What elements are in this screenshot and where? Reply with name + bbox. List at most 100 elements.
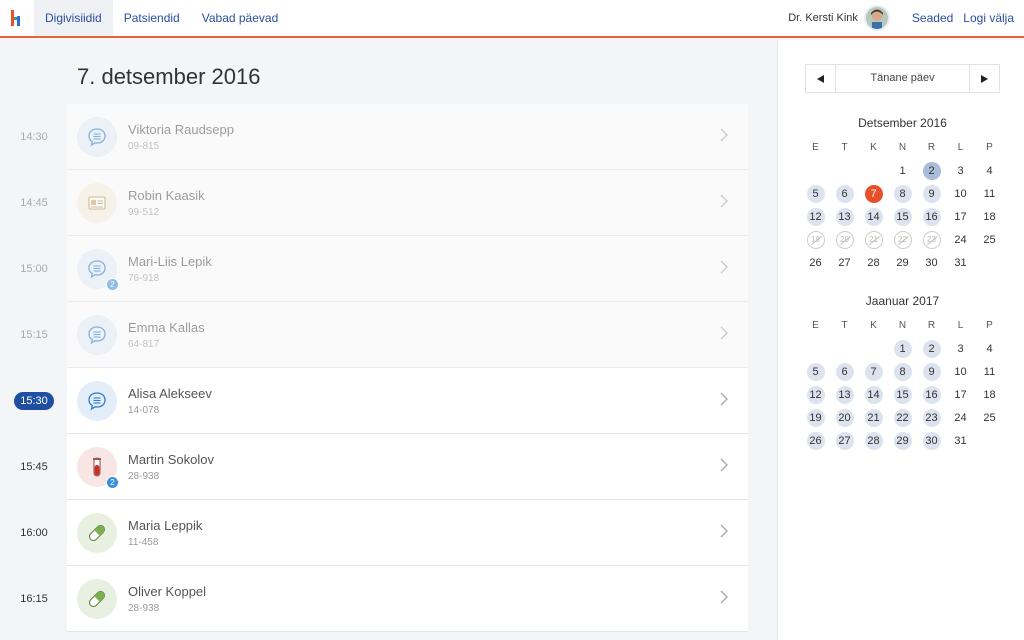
- calendar-day[interactable]: 20: [835, 408, 854, 427]
- calendar-day[interactable]: 4: [981, 340, 999, 358]
- calendar-day[interactable]: 13: [835, 385, 854, 404]
- calendar-day[interactable]: 15: [893, 207, 912, 226]
- test-tube-icon: 2: [77, 446, 119, 489]
- calendar-month-january: Jaanuar 2017 E T K N R L P 1 2 3 4 5 6 7 8 9 10 11 12 13 14 15…: [801, 294, 1004, 452]
- calendar-day[interactable]: 23: [922, 408, 941, 427]
- calendar-day[interactable]: 25: [981, 409, 999, 427]
- calendar-day[interactable]: 2: [922, 339, 941, 358]
- id-card-icon: [77, 182, 117, 223]
- app-logo[interactable]: [0, 0, 34, 36]
- calendar-day[interactable]: 28: [865, 254, 883, 272]
- calendar-day[interactable]: 31: [952, 254, 970, 272]
- calendar-day[interactable]: 25: [981, 231, 999, 249]
- patient-name: Robin Kaasik: [128, 187, 205, 203]
- calendar-day[interactable]: 26: [807, 254, 825, 272]
- calendar-day[interactable]: 24: [952, 409, 970, 427]
- calendar-day[interactable]: 19: [806, 408, 825, 427]
- patient-id: 28-938: [128, 602, 160, 614]
- calendar-day[interactable]: 22: [893, 408, 912, 427]
- next-day-button[interactable]: [970, 65, 999, 92]
- calendar-day[interactable]: 24: [952, 231, 970, 249]
- calendar-day[interactable]: 12: [806, 385, 825, 404]
- calendar-day[interactable]: 14: [864, 385, 883, 404]
- appointment-row[interactable]: Alisa Alekseev 14-078: [67, 368, 748, 434]
- avatar[interactable]: [863, 5, 890, 31]
- calendar-day-today[interactable]: 7: [864, 184, 883, 203]
- calendar-day[interactable]: 27: [835, 431, 854, 450]
- calendar-day[interactable]: 16: [922, 385, 941, 404]
- calendar-day[interactable]: 17: [952, 208, 970, 226]
- appointment-time: 15:15: [20, 329, 48, 341]
- pill-icon: [77, 512, 117, 553]
- calendar-day[interactable]: 7: [864, 362, 883, 381]
- tab-digivisiidid[interactable]: Digivisiidid: [34, 0, 113, 36]
- appointment-row[interactable]: 2 Mari-Liis Lepik 76-918: [67, 236, 748, 302]
- calendar-day[interactable]: 1: [893, 339, 912, 358]
- calendar-day[interactable]: 29: [894, 254, 912, 272]
- chat-icon: [77, 314, 117, 355]
- user-name: Dr. Kersti Kink: [788, 12, 858, 24]
- calendar-day[interactable]: 17: [952, 386, 970, 404]
- calendar-day[interactable]: 14: [864, 207, 883, 226]
- calendar-day[interactable]: 29: [893, 431, 912, 450]
- logout-link[interactable]: Logi välja: [963, 11, 1014, 25]
- prev-day-button[interactable]: [806, 65, 835, 92]
- calendar-day-unavailable[interactable]: 22: [893, 230, 912, 249]
- calendar-day[interactable]: 3: [952, 340, 970, 358]
- chevron-right-icon: [720, 458, 728, 477]
- calendar-day[interactable]: 27: [836, 254, 854, 272]
- appointment-row[interactable]: 2 Martin Sokolov 28-938: [67, 434, 748, 500]
- today-button[interactable]: Tänane päev: [835, 65, 970, 92]
- calendar-day[interactable]: 13: [835, 207, 854, 226]
- calendar-day[interactable]: 11: [981, 185, 999, 203]
- calendar-day[interactable]: 1: [894, 162, 912, 180]
- appointment-row[interactable]: Oliver Koppel 28-938: [67, 566, 748, 632]
- triangle-right-icon: [981, 74, 988, 83]
- calendar-day[interactable]: 15: [893, 385, 912, 404]
- pill-icon: [77, 578, 117, 619]
- calendar-day[interactable]: 8: [893, 184, 912, 203]
- calendar-day[interactable]: 6: [835, 184, 854, 203]
- triangle-left-icon: [817, 74, 824, 83]
- calendar-day[interactable]: 4: [981, 162, 999, 180]
- patient-name: Mari-Liis Lepik: [128, 253, 212, 269]
- calendar-day[interactable]: 26: [806, 431, 825, 450]
- calendar-day[interactable]: 5: [806, 184, 825, 203]
- chevron-right-icon: [720, 194, 728, 213]
- calendar-day-unavailable[interactable]: 23: [922, 230, 941, 249]
- tab-patsiendid[interactable]: Patsiendid: [113, 0, 191, 36]
- appointment-row[interactable]: Maria Leppik 11-458: [67, 500, 748, 566]
- calendar-day[interactable]: 8: [893, 362, 912, 381]
- calendar-day-selected[interactable]: 2: [922, 161, 941, 180]
- appointment-row[interactable]: Robin Kaasik 99-512: [67, 170, 748, 236]
- weekday-label: E: [812, 320, 819, 331]
- calendar-day[interactable]: 30: [923, 254, 941, 272]
- chevron-right-icon: [720, 524, 728, 543]
- calendar-day-unavailable[interactable]: 20: [835, 230, 854, 249]
- calendar-day[interactable]: 16: [922, 207, 941, 226]
- calendar-day[interactable]: 9: [922, 184, 941, 203]
- calendar-day[interactable]: 11: [981, 363, 999, 381]
- calendar-day[interactable]: 3: [952, 162, 970, 180]
- calendar-day[interactable]: 10: [952, 185, 970, 203]
- calendar-day-unavailable[interactable]: 21: [864, 230, 883, 249]
- calendar-day[interactable]: 6: [835, 362, 854, 381]
- settings-link[interactable]: Seaded: [912, 11, 953, 25]
- appointment-row[interactable]: Emma Kallas 64-817: [67, 302, 748, 368]
- tab-vabad-paevad[interactable]: Vabad päevad: [191, 0, 290, 36]
- calendar-day[interactable]: 5: [806, 362, 825, 381]
- chat-icon: [77, 116, 117, 157]
- calendar-day[interactable]: 21: [864, 408, 883, 427]
- calendar-day-unavailable[interactable]: 19: [806, 230, 825, 249]
- calendar-day[interactable]: 12: [806, 207, 825, 226]
- calendar-day[interactable]: 18: [981, 386, 999, 404]
- calendar-day[interactable]: 18: [981, 208, 999, 226]
- calendar-day[interactable]: 31: [952, 432, 970, 450]
- calendar-day[interactable]: 9: [922, 362, 941, 381]
- patient-name: Viktoria Raudsepp: [128, 121, 234, 137]
- appointment-list: Viktoria Raudsepp 09-815 Robin Kaasik 99-51…: [67, 104, 748, 632]
- calendar-day[interactable]: 30: [922, 431, 941, 450]
- appointment-row[interactable]: Viktoria Raudsepp 09-815: [67, 104, 748, 170]
- calendar-day[interactable]: 28: [864, 431, 883, 450]
- calendar-day[interactable]: 10: [952, 363, 970, 381]
